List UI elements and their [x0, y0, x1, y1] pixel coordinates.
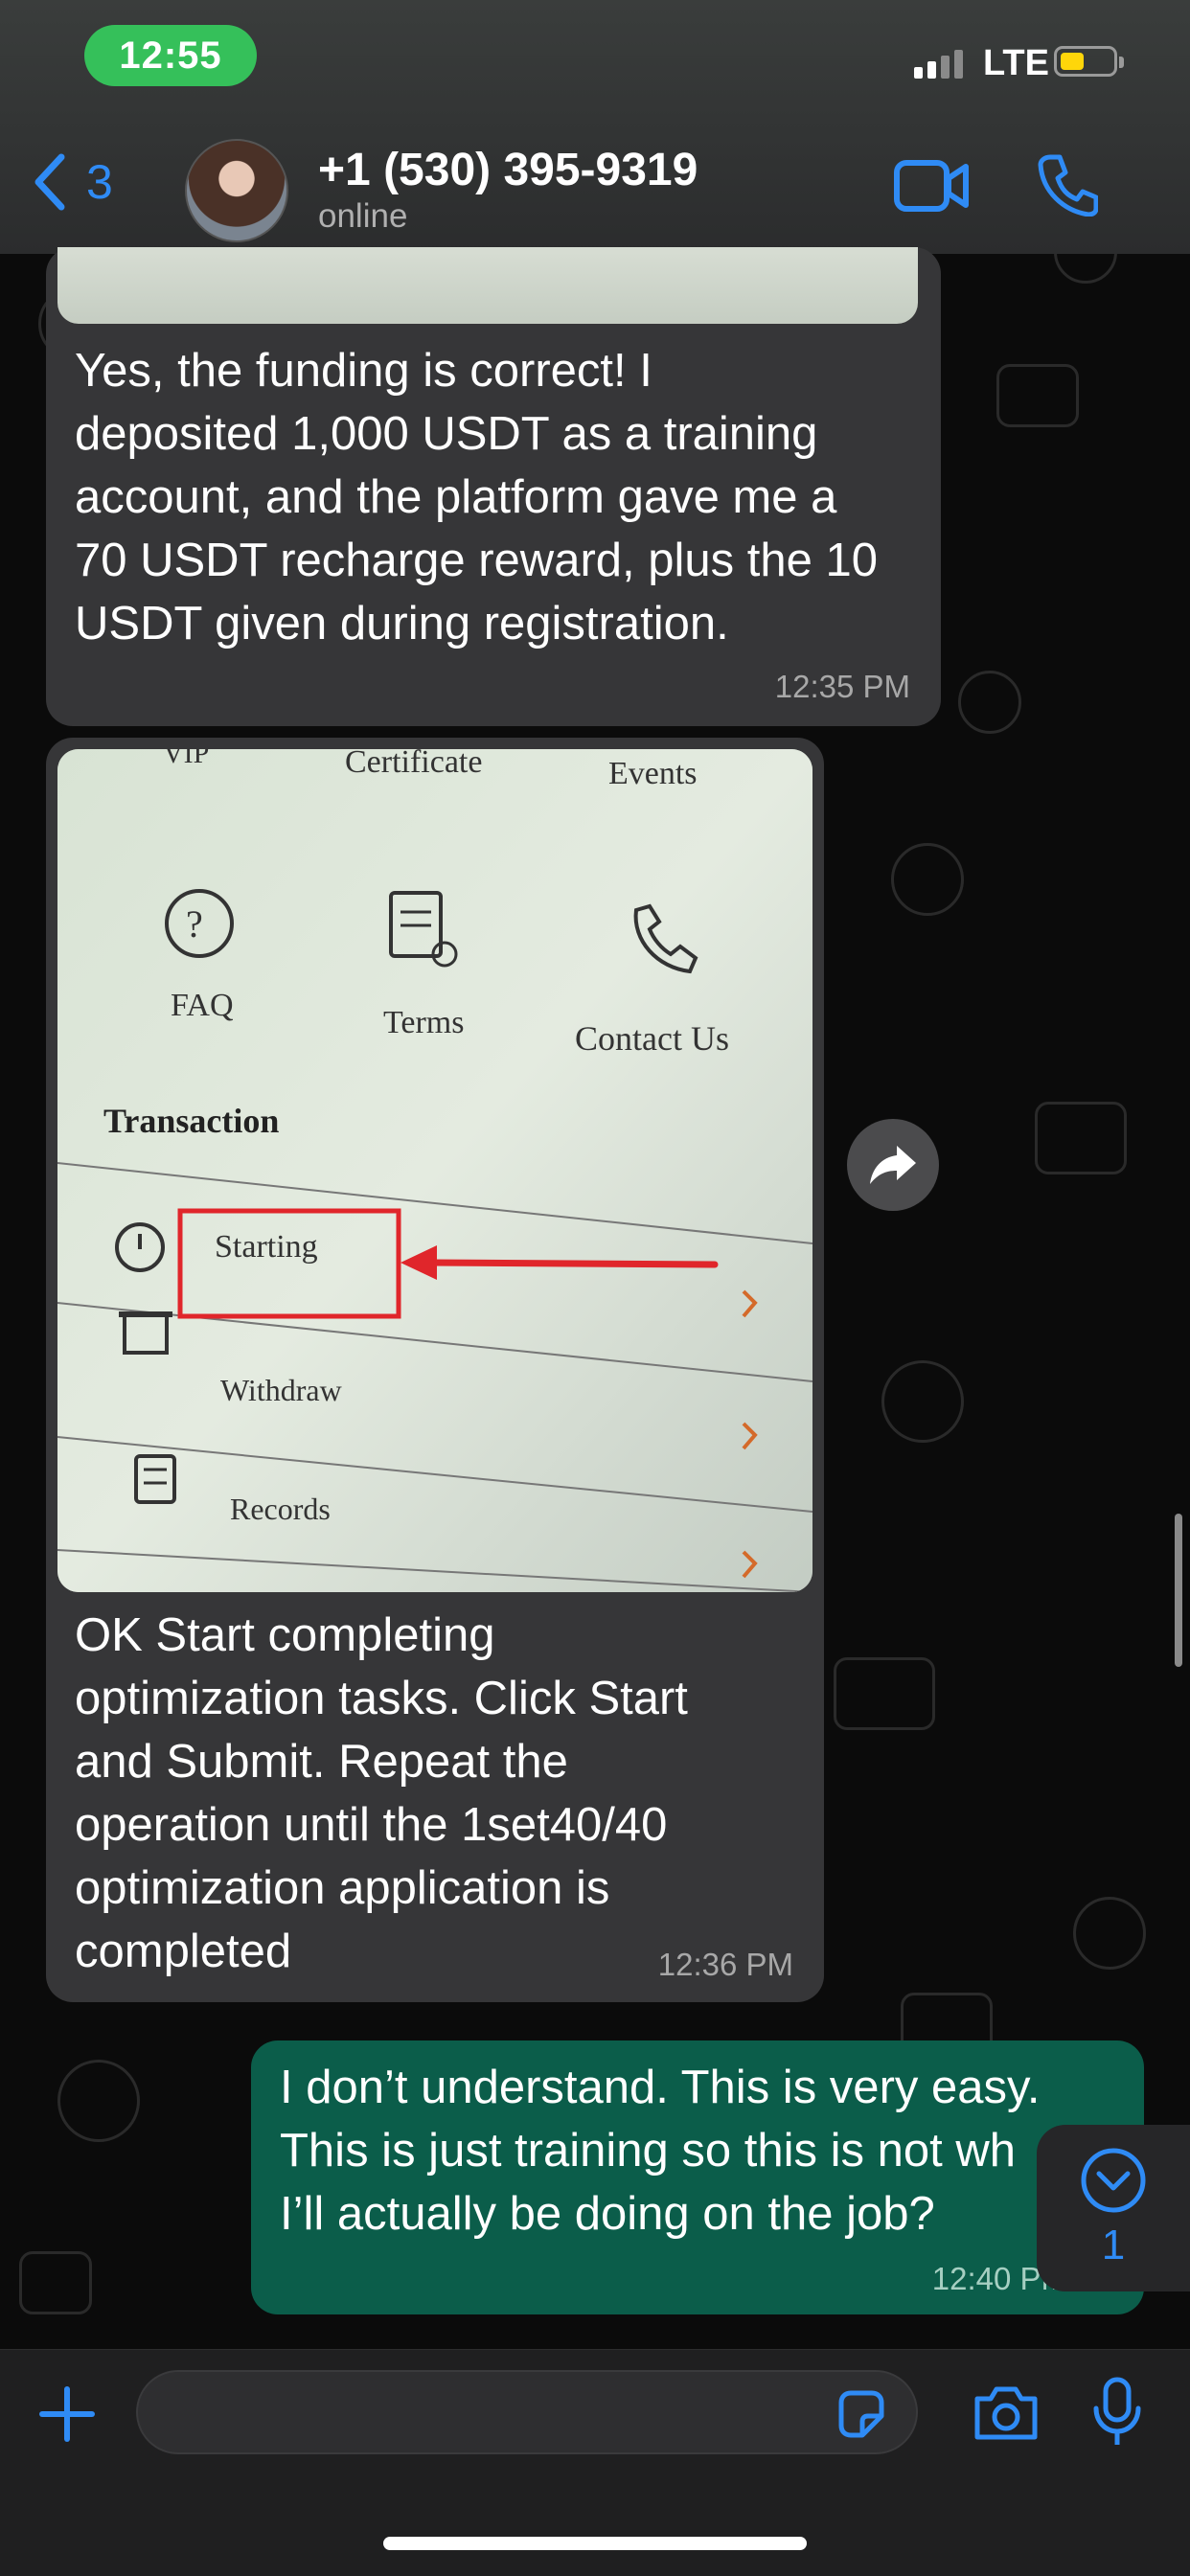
wallpaper-doodle — [958, 671, 1021, 734]
network-label: LTE — [983, 43, 1049, 83]
incoming-message[interactable]: Yes, the funding is correct! I deposited… — [46, 247, 941, 726]
wallpaper-doodle — [1073, 1897, 1146, 1970]
message-text: OK Start completing optimization tasks. … — [75, 1609, 688, 1977]
message-input[interactable] — [136, 2370, 918, 2454]
message-time: 12:36 PM — [657, 1947, 793, 1982]
photo-row-records: Records — [230, 1492, 331, 1526]
unread-badge: 1 — [1101, 2222, 1126, 2268]
scrollbar[interactable] — [1175, 1514, 1182, 1667]
photo-menu-certificate: Certificate — [345, 749, 482, 780]
svg-text:?: ? — [186, 902, 203, 946]
photo-menu-vip: VIP — [163, 749, 209, 769]
forward-button[interactable] — [847, 1119, 939, 1211]
phone-icon[interactable] — [1037, 153, 1098, 217]
camera-icon[interactable] — [972, 2383, 1041, 2443]
wallpaper-doodle — [834, 1657, 935, 1730]
outgoing-message[interactable]: I don’t understand. This is very easy. T… — [251, 2040, 1144, 2314]
incoming-photo-message[interactable]: VIP Certificate Events ? FAQ Terms Conta… — [46, 738, 824, 2002]
status-time: 12:55 — [84, 25, 257, 86]
photo-attachment[interactable]: VIP Certificate Events ? FAQ Terms Conta… — [57, 749, 812, 1592]
chevron-left-icon — [34, 153, 65, 211]
back-button[interactable]: 3 — [33, 153, 113, 211]
wallpaper-doodle — [1035, 1102, 1127, 1174]
battery-icon — [1054, 46, 1124, 77]
message-text: I don’t understand. This is very easy. T… — [280, 2062, 1041, 2240]
photo-row-withdraw: Withdraw — [220, 1373, 342, 1407]
photo-label-terms: Terms — [383, 1005, 465, 1040]
wallpaper-doodle — [891, 843, 964, 916]
photo-row-starting: Starting — [215, 1229, 318, 1265]
wallpaper-doodle — [881, 1360, 964, 1443]
home-indicator[interactable] — [383, 2537, 807, 2550]
signal-icon — [914, 50, 963, 79]
microphone-icon[interactable] — [1092, 2376, 1142, 2449]
wallpaper-doodle — [19, 2251, 92, 2314]
photo-menu-events: Events — [608, 756, 698, 791]
photo-section-title: Transaction — [103, 1102, 279, 1140]
video-call-icon[interactable] — [893, 157, 970, 215]
contact-name[interactable]: +1 (530) 395-9319 — [318, 144, 698, 196]
chevron-down-circle-icon — [1081, 2148, 1146, 2213]
unread-count: 3 — [86, 155, 113, 209]
photo-content: VIP Certificate Events ? FAQ Terms Conta… — [57, 749, 812, 1592]
forward-icon — [870, 1146, 916, 1184]
chat-header: 12:55 LTE 3 +1 (530) 395-9319 online — [0, 0, 1190, 254]
photo-thumbnail-partial[interactable] — [57, 247, 918, 324]
contact-status: online — [318, 197, 408, 235]
wallpaper-doodle — [996, 364, 1079, 427]
message-time: 12:35 PM — [774, 669, 910, 704]
plus-icon[interactable] — [36, 2383, 98, 2445]
wallpaper-doodle — [57, 2060, 140, 2142]
photo-arrow-shaft — [427, 1259, 719, 1268]
photo-label-faq: FAQ — [171, 988, 234, 1023]
sticker-icon[interactable] — [834, 2387, 887, 2441]
scroll-to-bottom-button[interactable]: 1 — [1037, 2125, 1190, 2291]
photo-label-contact: Contact Us — [575, 1019, 729, 1058]
message-text: Yes, the funding is correct! I deposited… — [75, 345, 878, 650]
avatar[interactable] — [185, 139, 288, 242]
